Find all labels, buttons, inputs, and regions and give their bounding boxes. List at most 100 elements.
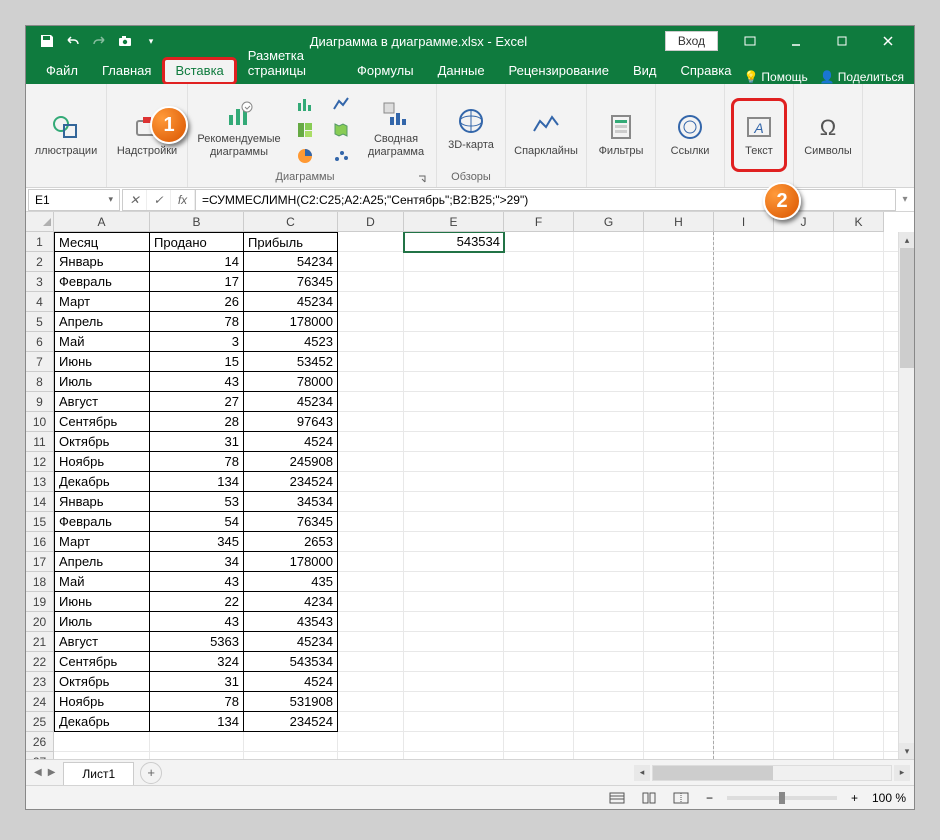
col-header-F[interactable]: F [504, 212, 574, 232]
close-icon[interactable] [866, 26, 910, 56]
col-header-B[interactable]: B [150, 212, 244, 232]
scroll-left-icon[interactable]: ◂ [634, 765, 650, 781]
3dmap-button[interactable]: 3D-карта [443, 92, 499, 166]
col-header-G[interactable]: G [574, 212, 644, 232]
cell[interactable]: 17 [150, 272, 244, 292]
cell[interactable]: Апрель [54, 312, 150, 332]
share-button[interactable]: 👤Поделиться [820, 70, 904, 84]
sheet-tab[interactable]: Лист1 [63, 762, 134, 785]
row-header-26[interactable]: 26 [26, 732, 54, 752]
map-chart-icon[interactable] [326, 119, 356, 141]
row-header-20[interactable]: 20 [26, 612, 54, 632]
cell[interactable]: 76345 [244, 512, 338, 532]
worksheet-grid[interactable]: ABCDEFGHIJK 1234567891011121314151617181… [26, 212, 914, 759]
row-header-27[interactable]: 27 [26, 752, 54, 759]
hscroll-thumb[interactable] [653, 766, 773, 780]
maximize-icon[interactable] [820, 26, 864, 56]
row-header-1[interactable]: 1 [26, 232, 54, 252]
filters-button[interactable]: Фильтры [593, 98, 649, 172]
cell[interactable]: Июнь [54, 592, 150, 612]
row-header-4[interactable]: 4 [26, 292, 54, 312]
cell[interactable]: Февраль [54, 512, 150, 532]
cell[interactable]: 15 [150, 352, 244, 372]
undo-icon[interactable] [62, 30, 84, 52]
row-header-13[interactable]: 13 [26, 472, 54, 492]
cell[interactable]: 5363 [150, 632, 244, 652]
tab-home[interactable]: Главная [90, 58, 163, 84]
cell[interactable]: Сентябрь [54, 412, 150, 432]
row-header-18[interactable]: 18 [26, 572, 54, 592]
name-box[interactable]: E1 ▾ [28, 189, 120, 211]
cell[interactable]: 78000 [244, 372, 338, 392]
normal-view-icon[interactable] [606, 789, 628, 807]
new-sheet-button[interactable]: + [140, 762, 162, 784]
vertical-scrollbar[interactable]: ▴ ▾ [898, 232, 914, 759]
tab-file[interactable]: Файл [34, 58, 90, 84]
select-all-corner[interactable] [26, 212, 54, 232]
symbols-button[interactable]: Ω Символы [800, 98, 856, 172]
cell[interactable]: 28 [150, 412, 244, 432]
cell[interactable]: Март [54, 532, 150, 552]
row-header-19[interactable]: 19 [26, 592, 54, 612]
row-header-10[interactable]: 10 [26, 412, 54, 432]
cell[interactable]: Продано [150, 232, 244, 252]
camera-icon[interactable] [114, 30, 136, 52]
pivot-chart-button[interactable]: Сводная диаграмма [362, 92, 430, 166]
cell[interactable]: 43 [150, 572, 244, 592]
cell[interactable]: 78 [150, 692, 244, 712]
row-headers[interactable]: 1234567891011121314151617181920212223242… [26, 232, 54, 759]
cell[interactable]: Февраль [54, 272, 150, 292]
cell[interactable]: Октябрь [54, 672, 150, 692]
zoom-thumb[interactable] [779, 792, 785, 804]
col-header-C[interactable]: C [244, 212, 338, 232]
signin-button[interactable]: Вход [665, 31, 718, 51]
cell[interactable]: Прибыль [244, 232, 338, 252]
col-header-A[interactable]: A [54, 212, 150, 232]
pagebreak-view-icon[interactable] [670, 789, 692, 807]
cell[interactable]: Август [54, 392, 150, 412]
cell[interactable]: Октябрь [54, 432, 150, 452]
cell[interactable]: 178000 [244, 312, 338, 332]
sheet-nav[interactable]: ◀▶ [26, 767, 63, 778]
cell[interactable]: 324 [150, 652, 244, 672]
row-header-6[interactable]: 6 [26, 332, 54, 352]
col-header-I[interactable]: I [714, 212, 774, 232]
row-header-21[interactable]: 21 [26, 632, 54, 652]
row-header-24[interactable]: 24 [26, 692, 54, 712]
save-icon[interactable] [36, 30, 58, 52]
row-header-17[interactable]: 17 [26, 552, 54, 572]
cell[interactable]: Апрель [54, 552, 150, 572]
cell[interactable]: 45234 [244, 632, 338, 652]
cell[interactable]: 34 [150, 552, 244, 572]
qat-customize-icon[interactable]: ▾ [140, 30, 162, 52]
tab-formulas[interactable]: Формулы [345, 58, 426, 84]
tellme-button[interactable]: 💡Помощь [743, 70, 807, 84]
charts-dialog-launcher-icon[interactable] [416, 173, 428, 185]
sparklines-button[interactable]: Спарклайны [512, 98, 580, 172]
cell[interactable]: 245908 [244, 452, 338, 472]
cell[interactable]: Май [54, 332, 150, 352]
col-header-E[interactable]: E [404, 212, 504, 232]
recommended-charts-button[interactable]: Рекомендуемые диаграммы [194, 92, 284, 166]
cell[interactable]: 4234 [244, 592, 338, 612]
treemap-chart-icon[interactable] [290, 119, 320, 141]
cell[interactable]: Август [54, 632, 150, 652]
cell[interactable]: 76345 [244, 272, 338, 292]
cell[interactable]: 22 [150, 592, 244, 612]
row-header-23[interactable]: 23 [26, 672, 54, 692]
col-header-H[interactable]: H [644, 212, 714, 232]
vscroll-thumb[interactable] [900, 248, 914, 368]
tab-help[interactable]: Справка [668, 58, 743, 84]
cell[interactable]: 543534 [404, 232, 504, 252]
cell[interactable]: 34534 [244, 492, 338, 512]
row-header-14[interactable]: 14 [26, 492, 54, 512]
cancel-formula-icon[interactable]: ✕ [123, 190, 147, 210]
col-header-K[interactable]: K [834, 212, 884, 232]
tab-insert[interactable]: Вставка [163, 58, 235, 84]
row-header-9[interactable]: 9 [26, 392, 54, 412]
cell[interactable]: 78 [150, 452, 244, 472]
scroll-down-icon[interactable]: ▾ [899, 743, 914, 759]
cell[interactable]: 3 [150, 332, 244, 352]
scroll-right-icon[interactable]: ▸ [894, 765, 910, 781]
row-header-25[interactable]: 25 [26, 712, 54, 732]
